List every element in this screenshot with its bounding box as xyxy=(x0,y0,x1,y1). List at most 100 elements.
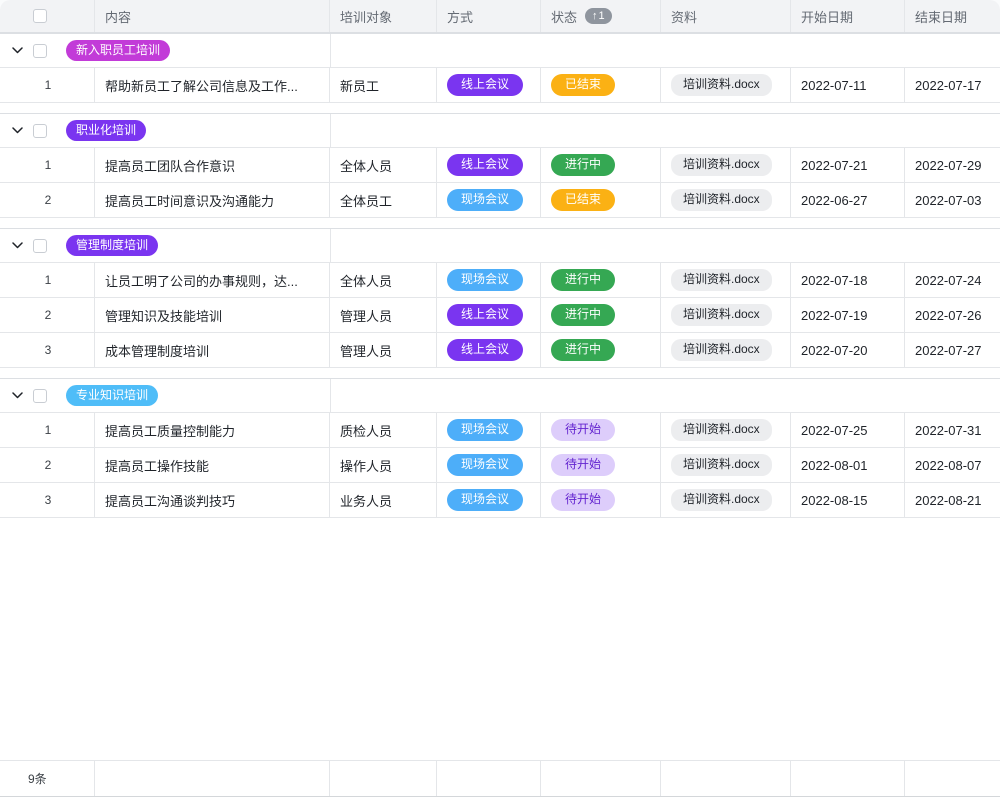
content-cell[interactable]: 让员工明了公司的办事规则，达... xyxy=(95,263,330,297)
content-cell[interactable]: 成本管理制度培训 xyxy=(95,333,330,367)
chevron-down-icon[interactable] xyxy=(12,242,24,249)
group-header[interactable]: 专业知识培训 xyxy=(0,379,1000,413)
table-row[interactable]: 1 提高员工质量控制能力 质检人员 现场会议 待开始 培训资料.docx 202… xyxy=(0,413,1000,448)
start-date-cell[interactable]: 2022-07-18 xyxy=(791,263,905,297)
group-header[interactable]: 新入职员工培训 xyxy=(0,34,1000,68)
material-cell[interactable]: 培训资料.docx xyxy=(661,298,791,332)
column-header-start-date[interactable]: 开始日期 xyxy=(791,0,905,32)
column-header-target[interactable]: 培训对象 xyxy=(330,0,437,32)
end-date-cell[interactable]: 2022-07-24 xyxy=(905,263,1000,297)
row-handle-cell[interactable]: 3 xyxy=(0,483,95,517)
target-cell[interactable]: 操作人员 xyxy=(330,448,437,482)
status-cell[interactable]: 进行中 xyxy=(541,148,661,182)
material-cell[interactable]: 培训资料.docx xyxy=(661,183,791,217)
material-cell[interactable]: 培训资料.docx xyxy=(661,68,791,102)
material-cell[interactable]: 培训资料.docx xyxy=(661,333,791,367)
status-cell[interactable]: 待开始 xyxy=(541,483,661,517)
column-header-material[interactable]: 资料 xyxy=(661,0,791,32)
row-handle-cell[interactable]: 3 xyxy=(0,333,95,367)
column-header-end-date[interactable]: 结束日期 xyxy=(905,0,1000,32)
target-cell[interactable]: 全体人员 xyxy=(330,148,437,182)
column-header-status[interactable]: 状态 ↑ 1 xyxy=(541,0,661,32)
method-cell[interactable]: 现场会议 xyxy=(437,448,541,482)
status-cell[interactable]: 已结束 xyxy=(541,183,661,217)
column-header-content[interactable]: 内容 xyxy=(95,0,330,32)
content-cell[interactable]: 帮助新员工了解公司信息及工作... xyxy=(95,68,330,102)
status-cell[interactable]: 进行中 xyxy=(541,333,661,367)
target-cell[interactable]: 管理人员 xyxy=(330,333,437,367)
method-cell[interactable]: 现场会议 xyxy=(437,263,541,297)
method-cell[interactable]: 线上会议 xyxy=(437,333,541,367)
start-date-cell[interactable]: 2022-07-21 xyxy=(791,148,905,182)
group-header[interactable]: 管理制度培训 xyxy=(0,229,1000,263)
end-date-cell[interactable]: 2022-07-29 xyxy=(905,148,1000,182)
end-date-cell[interactable]: 2022-07-27 xyxy=(905,333,1000,367)
target-cell[interactable]: 质检人员 xyxy=(330,413,437,447)
group-checkbox[interactable] xyxy=(33,389,47,403)
start-date-cell[interactable]: 2022-08-15 xyxy=(791,483,905,517)
end-date-cell[interactable]: 2022-07-26 xyxy=(905,298,1000,332)
start-date-cell[interactable]: 2022-08-01 xyxy=(791,448,905,482)
content-cell[interactable]: 提高员工团队合作意识 xyxy=(95,148,330,182)
material-cell[interactable]: 培训资料.docx xyxy=(661,483,791,517)
chevron-down-icon[interactable] xyxy=(12,47,24,54)
status-cell[interactable]: 已结束 xyxy=(541,68,661,102)
status-cell[interactable]: 待开始 xyxy=(541,413,661,447)
chevron-down-icon[interactable] xyxy=(12,392,24,399)
material-cell[interactable]: 培训资料.docx xyxy=(661,263,791,297)
method-cell[interactable]: 线上会议 xyxy=(437,68,541,102)
method-cell[interactable]: 现场会议 xyxy=(437,183,541,217)
target-cell[interactable]: 业务人员 xyxy=(330,483,437,517)
content-cell[interactable]: 提高员工时间意识及沟通能力 xyxy=(95,183,330,217)
group-header[interactable]: 职业化培训 xyxy=(0,114,1000,148)
end-date-cell[interactable]: 2022-07-17 xyxy=(905,68,1000,102)
target-cell[interactable]: 新员工 xyxy=(330,68,437,102)
content-cell[interactable]: 提高员工沟通谈判技巧 xyxy=(95,483,330,517)
table-row[interactable]: 1 帮助新员工了解公司信息及工作... 新员工 线上会议 已结束 培训资料.do… xyxy=(0,68,1000,103)
end-date-cell[interactable]: 2022-08-21 xyxy=(905,483,1000,517)
table-row[interactable]: 2 提高员工操作技能 操作人员 现场会议 待开始 培训资料.docx 2022-… xyxy=(0,448,1000,483)
row-handle-cell[interactable]: 2 xyxy=(0,448,95,482)
status-cell[interactable]: 进行中 xyxy=(541,298,661,332)
table-row[interactable]: 2 管理知识及技能培训 管理人员 线上会议 进行中 培训资料.docx 2022… xyxy=(0,298,1000,333)
end-date-cell[interactable]: 2022-07-31 xyxy=(905,413,1000,447)
material-cell[interactable]: 培训资料.docx xyxy=(661,448,791,482)
start-date-cell[interactable]: 2022-06-27 xyxy=(791,183,905,217)
start-date-cell[interactable]: 2022-07-19 xyxy=(791,298,905,332)
chevron-down-icon[interactable] xyxy=(12,127,24,134)
sort-badge[interactable]: ↑ 1 xyxy=(585,8,612,24)
group-checkbox[interactable] xyxy=(33,124,47,138)
method-cell[interactable]: 线上会议 xyxy=(437,148,541,182)
group-checkbox[interactable] xyxy=(33,239,47,253)
row-handle-cell[interactable]: 2 xyxy=(0,183,95,217)
target-cell[interactable]: 全体员工 xyxy=(330,183,437,217)
row-handle-cell[interactable]: 1 xyxy=(0,263,95,297)
end-date-cell[interactable]: 2022-07-03 xyxy=(905,183,1000,217)
select-all-checkbox[interactable] xyxy=(33,9,47,23)
target-cell[interactable]: 全体人员 xyxy=(330,263,437,297)
content-cell[interactable]: 提高员工操作技能 xyxy=(95,448,330,482)
start-date-cell[interactable]: 2022-07-25 xyxy=(791,413,905,447)
method-cell[interactable]: 线上会议 xyxy=(437,298,541,332)
end-date-cell[interactable]: 2022-08-07 xyxy=(905,448,1000,482)
target-cell[interactable]: 管理人员 xyxy=(330,298,437,332)
table-row[interactable]: 2 提高员工时间意识及沟通能力 全体员工 现场会议 已结束 培训资料.docx … xyxy=(0,183,1000,218)
start-date-cell[interactable]: 2022-07-11 xyxy=(791,68,905,102)
table-row[interactable]: 3 提高员工沟通谈判技巧 业务人员 现场会议 待开始 培训资料.docx 202… xyxy=(0,483,1000,518)
status-cell[interactable]: 进行中 xyxy=(541,263,661,297)
content-cell[interactable]: 管理知识及技能培训 xyxy=(95,298,330,332)
table-row[interactable]: 1 提高员工团队合作意识 全体人员 线上会议 进行中 培训资料.docx 202… xyxy=(0,148,1000,183)
column-header-method[interactable]: 方式 xyxy=(437,0,541,32)
content-cell[interactable]: 提高员工质量控制能力 xyxy=(95,413,330,447)
method-cell[interactable]: 现场会议 xyxy=(437,483,541,517)
material-cell[interactable]: 培训资料.docx xyxy=(661,148,791,182)
group-checkbox[interactable] xyxy=(33,44,47,58)
material-cell[interactable]: 培训资料.docx xyxy=(661,413,791,447)
table-row[interactable]: 1 让员工明了公司的办事规则，达... 全体人员 现场会议 进行中 培训资料.d… xyxy=(0,263,1000,298)
table-row[interactable]: 3 成本管理制度培训 管理人员 线上会议 进行中 培训资料.docx 2022-… xyxy=(0,333,1000,368)
row-handle-cell[interactable]: 2 xyxy=(0,298,95,332)
row-handle-cell[interactable]: 1 xyxy=(0,148,95,182)
method-cell[interactable]: 现场会议 xyxy=(437,413,541,447)
start-date-cell[interactable]: 2022-07-20 xyxy=(791,333,905,367)
status-cell[interactable]: 待开始 xyxy=(541,448,661,482)
